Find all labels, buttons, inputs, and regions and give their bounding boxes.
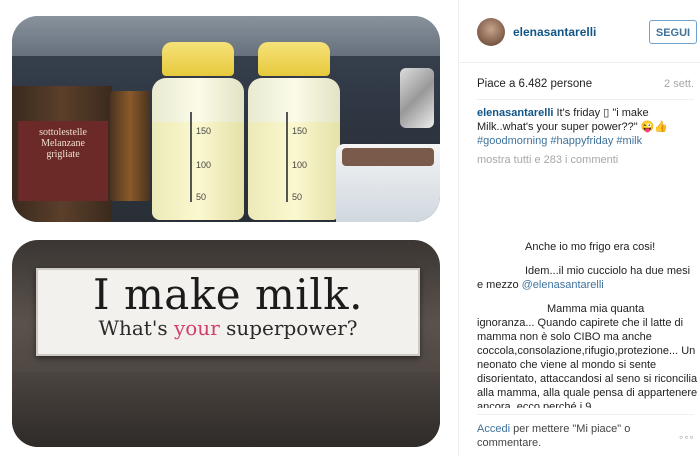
post-sidebar: elenasantarelli SEGUI Piace a 6.482 pers… [458,0,700,457]
bottle-mark: 100 [196,160,212,170]
comment-item: Idem...il mio cucciolo ha due mesi e mez… [477,264,699,292]
comment-item: Anche io mo frigo era cosi! [477,240,699,254]
divider [477,414,694,415]
post-caption: elenasantarelli It's friday ▯ "i make Mi… [477,106,699,148]
photo-fridge: sottolestelle Melanzane grigliate 150 10… [12,16,440,222]
bottle-mark: 50 [292,192,303,202]
jar-label: sottolestelle Melanzane grigliate [18,121,108,201]
comment-text: Anche io mo frigo era cosi! [525,241,656,253]
photo-sign: I make milk. What's your superpower? [12,240,440,447]
bottle-cap [162,42,234,76]
post-age: 2 sett. [664,78,694,90]
likes-count: Piace a 6.482 persone [477,78,593,90]
login-link[interactable]: Accedi [477,423,510,435]
bottle-milk [152,122,244,220]
sign-subline-highlight: your [173,316,220,340]
bottle-scale [190,112,192,202]
sign-headline: I make milk. [93,270,363,319]
comments-list: Anche io mo frigo era cosi! Idem...il mi… [477,240,699,408]
caption-hashtags[interactable]: #goodmorning #happyfriday #milk [477,135,642,147]
wooden-ledge [12,372,440,447]
comment-item: Mamma mia quanta ignoranza... Quando cap… [477,302,699,408]
food-tray [336,144,440,222]
post-photo: sottolestelle Melanzane grigliate 150 10… [0,0,458,457]
bottle-mark: 100 [292,160,308,170]
bottle-mark: 150 [292,126,308,136]
sign-subline-pre: What's [98,316,174,340]
login-prompt: Accedi per mettere "Mi piace" o commenta… [477,422,673,450]
milk-bottle-left: 150 100 50 [152,42,244,220]
milk-bottle-right: 150 100 50 [248,42,340,220]
more-options-icon[interactable]: ◦◦◦ [679,430,695,444]
jar: sottolestelle Melanzane grigliate [12,86,112,222]
sign-subline-post: superpower? [219,316,358,340]
foil-package [400,68,434,128]
bottle-mark: 150 [196,126,212,136]
milk-sign: I make milk. What's your superpower? [36,268,420,356]
comment-text: Mamma mia quanta ignoranza... Quando cap… [477,303,698,408]
comment-mention-link[interactable]: @elenasantarelli [522,279,604,291]
bottle-mark: 50 [196,192,207,202]
username-link[interactable]: elenasantarelli [513,25,596,39]
bottle-milk [248,122,340,220]
sign-subline: What's your superpower? [38,316,418,340]
bottle-cap [258,42,330,76]
caption-username-link[interactable]: elenasantarelli [477,107,553,119]
small-jar [110,91,150,201]
follow-button[interactable]: SEGUI [649,20,697,44]
divider [477,99,694,100]
show-all-comments-link[interactable]: mostra tutti e 283 i commenti [477,154,618,166]
bottle-scale [286,112,288,202]
avatar[interactable] [477,18,505,46]
post-header: elenasantarelli SEGUI [459,0,700,63]
